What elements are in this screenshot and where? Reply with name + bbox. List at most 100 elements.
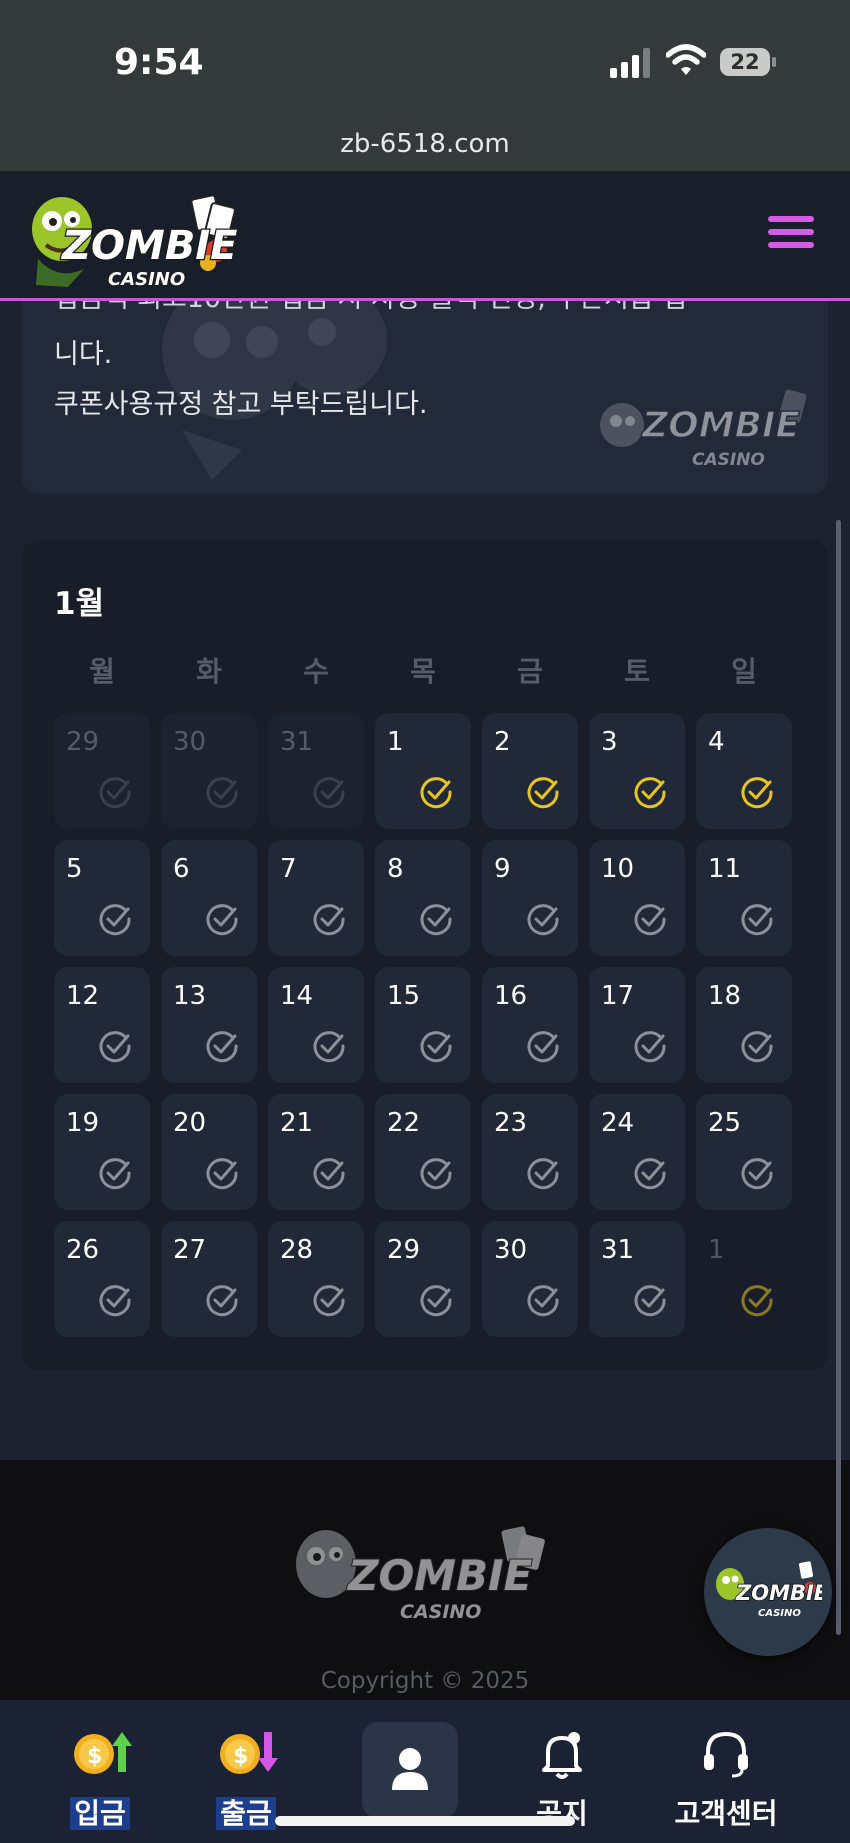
calendar-day[interactable]: 30 — [161, 713, 257, 829]
svg-text:$: $ — [233, 1744, 248, 1769]
withdraw-coin-icon: $ — [220, 1732, 278, 1774]
calendar-day[interactable]: 4 — [696, 713, 792, 829]
check-circle-icon — [527, 1158, 559, 1190]
svg-text:ZOMBIE: ZOMBIE — [641, 405, 800, 446]
site-header: ZOMBIE CASINO — [0, 171, 850, 301]
home-indicator[interactable] — [275, 1816, 575, 1826]
calendar-day-number: 24 — [601, 1108, 635, 1138]
calendar-day-number: 27 — [173, 1235, 207, 1265]
calendar-day[interactable]: 1 — [375, 713, 471, 829]
svg-text:ZOMBIE: ZOMBIE — [346, 1551, 533, 1600]
check-complete-icon — [634, 777, 666, 809]
nav-notice[interactable]: 공지 — [492, 1712, 632, 1832]
calendar-day-number: 25 — [708, 1108, 742, 1138]
weekday-label: 토 — [624, 655, 650, 688]
check-circle-icon — [313, 1285, 345, 1317]
page-scrollbar[interactable] — [836, 520, 841, 1635]
hamburger-menu-icon[interactable] — [768, 216, 816, 254]
calendar-day[interactable]: 12 — [54, 967, 150, 1083]
calendar-day[interactable]: 21 — [268, 1094, 364, 1210]
calendar-day[interactable]: 18 — [696, 967, 792, 1083]
weekday-label: 수 — [303, 655, 329, 688]
svg-text:$: $ — [87, 1744, 102, 1769]
floating-logo-button[interactable]: ZOMBIE CASINO — [704, 1528, 832, 1656]
zombie-casino-logo[interactable]: ZOMBIE CASINO — [28, 189, 250, 289]
nav-deposit-label: 입금 — [70, 1797, 130, 1830]
calendar-day[interactable]: 20 — [161, 1094, 257, 1210]
nav-withdraw[interactable]: $ 출금 — [176, 1712, 316, 1832]
nav-notice-label: 공지 — [536, 1797, 588, 1830]
calendar-day-number: 1 — [708, 1235, 725, 1265]
calendar-day[interactable]: 13 — [161, 967, 257, 1083]
calendar-day[interactable]: 31 — [589, 1221, 685, 1337]
nav-support-label: 고객센터 — [674, 1797, 778, 1830]
calendar-day-number: 1 — [387, 727, 404, 757]
check-circle-icon — [634, 1285, 666, 1317]
nav-support[interactable]: 고객센터 — [656, 1712, 796, 1832]
bell-icon — [542, 1732, 582, 1779]
calendar-day[interactable]: 30 — [482, 1221, 578, 1337]
calendar-day-number: 5 — [66, 854, 83, 884]
calendar-day[interactable]: 3 — [589, 713, 685, 829]
calendar-day-number: 9 — [494, 854, 511, 884]
status-time: 9:54 — [114, 42, 204, 83]
check-circle-icon — [313, 1031, 345, 1063]
calendar-day[interactable]: 8 — [375, 840, 471, 956]
notice-text-line-1: 니다. — [54, 339, 113, 370]
calendar-day-number: 19 — [66, 1108, 100, 1138]
calendar-day[interactable]: 7 — [268, 840, 364, 956]
calendar-day-number: 31 — [280, 727, 314, 757]
calendar-day[interactable]: 14 — [268, 967, 364, 1083]
calendar-day-number: 12 — [66, 981, 100, 1011]
nav-withdraw-label: 출금 — [216, 1797, 276, 1830]
calendar-day[interactable]: 25 — [696, 1094, 792, 1210]
calendar-day[interactable]: 31 — [268, 713, 364, 829]
calendar-day[interactable]: 10 — [589, 840, 685, 956]
calendar-day[interactable]: 5 — [54, 840, 150, 956]
calendar-day[interactable]: 2 — [482, 713, 578, 829]
calendar-day[interactable]: 11 — [696, 840, 792, 956]
calendar-day-number: 8 — [387, 854, 404, 884]
calendar-month-title: 1월 — [54, 586, 105, 622]
notice-text-line-2: 쿠폰사용규정 참고 부탁드립니다. — [54, 389, 428, 420]
calendar-day[interactable]: 22 — [375, 1094, 471, 1210]
user-icon — [392, 1748, 428, 1790]
check-circle-icon — [420, 1285, 452, 1317]
calendar-day[interactable]: 16 — [482, 967, 578, 1083]
svg-text:CASINO: CASINO — [692, 450, 765, 470]
svg-text:ZOMBIE: ZOMBIE — [60, 223, 238, 269]
copyright-text: Copyright © 2025 — [320, 1668, 530, 1694]
browser-url-bar[interactable]: zb-6518.com — [0, 125, 850, 171]
check-circle-icon — [741, 1031, 773, 1063]
calendar-day[interactable]: 28 — [268, 1221, 364, 1337]
calendar-day[interactable]: 19 — [54, 1094, 150, 1210]
calendar-day[interactable]: 6 — [161, 840, 257, 956]
calendar-day[interactable]: 29 — [54, 713, 150, 829]
calendar-day[interactable]: 24 — [589, 1094, 685, 1210]
check-circle-icon — [527, 904, 559, 936]
check-circle-icon — [634, 904, 666, 936]
check-circle-icon — [206, 1031, 238, 1063]
check-circle-icon — [420, 1158, 452, 1190]
check-circle-icon — [741, 904, 773, 936]
calendar-day-number: 7 — [280, 854, 297, 884]
calendar-day[interactable]: 23 — [482, 1094, 578, 1210]
weekday-label: 월 — [89, 655, 115, 688]
calendar-day[interactable]: 17 — [589, 967, 685, 1083]
calendar-day[interactable]: 29 — [375, 1221, 471, 1337]
check-circle-icon — [99, 1158, 131, 1190]
check-circle-icon — [741, 1285, 773, 1317]
calendar-day[interactable]: 27 — [161, 1221, 257, 1337]
check-circle-icon — [634, 1031, 666, 1063]
check-circle-icon — [420, 904, 452, 936]
nav-profile-button[interactable] — [362, 1722, 458, 1818]
nav-deposit[interactable]: $ 입금 — [30, 1712, 170, 1832]
calendar-day[interactable]: 26 — [54, 1221, 150, 1337]
calendar-day[interactable]: 9 — [482, 840, 578, 956]
calendar-day[interactable]: 15 — [375, 967, 471, 1083]
browser-url[interactable]: zb-6518.com — [0, 129, 850, 159]
calendar-day-number: 15 — [387, 981, 421, 1011]
calendar-day[interactable]: 1 — [696, 1221, 792, 1337]
calendar-day-number: 4 — [708, 727, 725, 757]
battery-level: 22 — [730, 50, 760, 74]
